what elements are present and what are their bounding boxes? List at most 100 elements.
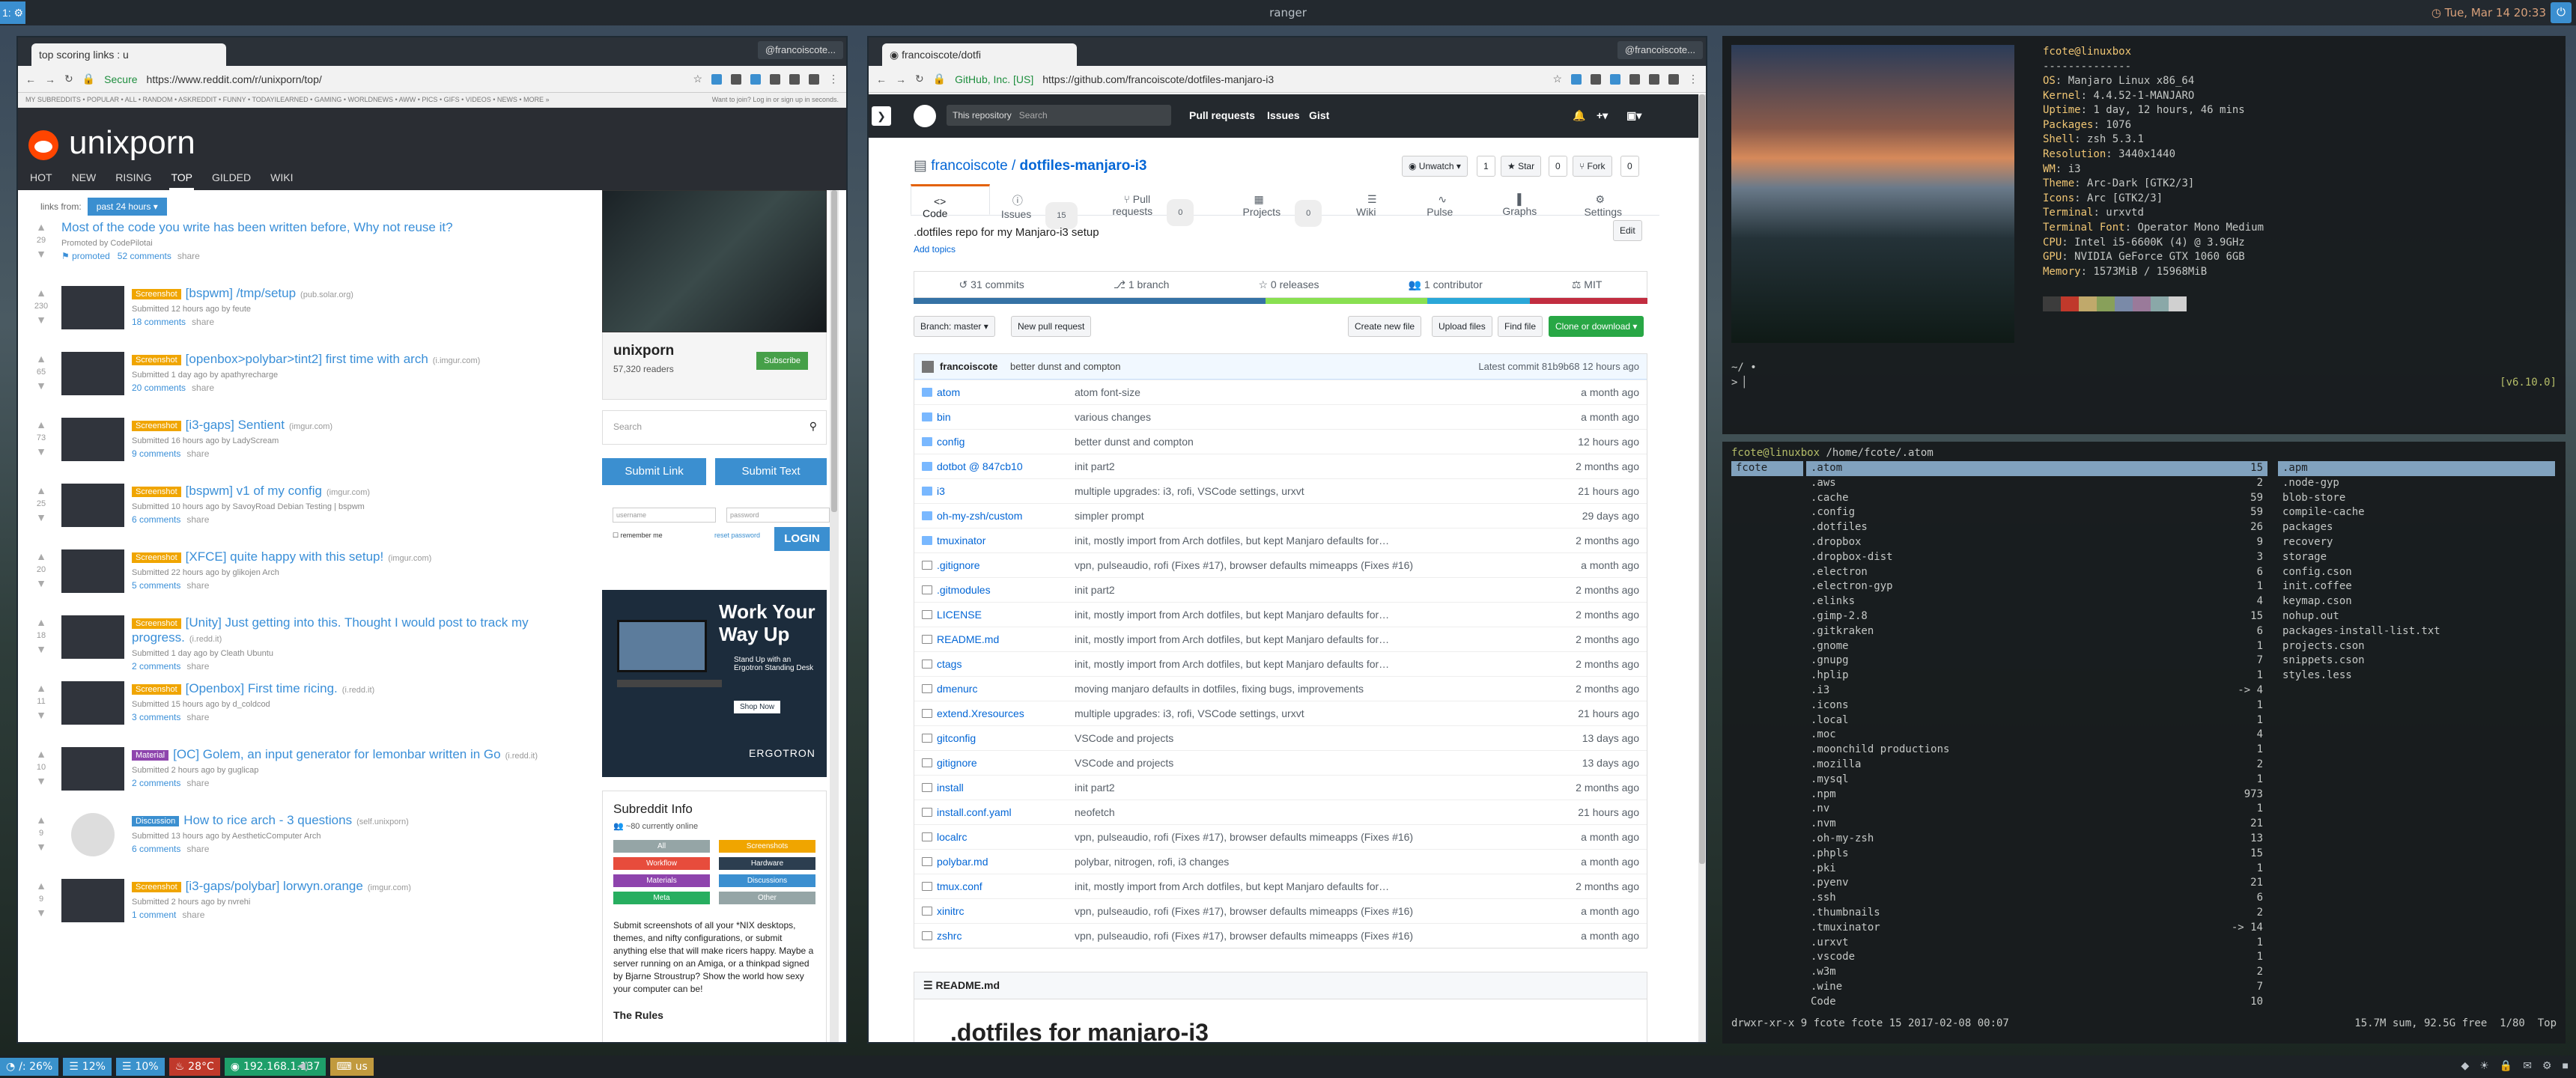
commit-message[interactable]: better dunst and compton [1010,361,1120,372]
post-thumbnail[interactable] [61,418,124,461]
scrollbar[interactable] [830,190,839,1042]
extension-icon[interactable] [1668,73,1679,85]
file-name[interactable]: atom [937,386,960,398]
flair-badge[interactable]: Screenshot [132,552,181,563]
file-row[interactable]: localrc vpn, pulseaudio, rofi (Fixes #17)… [914,824,1647,849]
file-name[interactable]: gitignore [937,757,977,769]
comments-link[interactable]: 5 comments [132,580,180,591]
file-commit-message[interactable]: init, mostly import from Arch dotfiles, … [1075,880,1389,892]
file-row[interactable]: zshrc vpn, pulseaudio, rofi (Fixes #17), … [914,923,1647,948]
file-name[interactable]: install [937,782,964,794]
post-domain[interactable]: (self.unixporn) [356,817,409,826]
subscribe-button[interactable]: Subscribe [756,352,808,370]
file-commit-message[interactable]: moving manjaro defaults in dotfiles, fix… [1075,683,1364,695]
url-field[interactable]: https://www.reddit.com/r/unixporn/top/ [147,73,684,85]
file-commit-message[interactable]: multiple upgrades: i3, rofi, VSCode sett… [1075,485,1304,497]
file-commit-message[interactable]: vpn, pulseaudio, rofi (Fixes #17), brows… [1075,930,1413,942]
ranger-entry[interactable]: .w3m 2 [1806,965,2267,980]
flair-filter-meta[interactable]: Meta [613,892,710,904]
parent-column-item[interactable]: fcote [1731,461,1803,476]
ranger-entry[interactable]: .gitkraken 6 [1806,624,2267,639]
repo-tab[interactable]: ▐ Graphs [1491,184,1573,217]
upvote-icon[interactable]: ▲ [28,813,54,826]
upvote-icon[interactable]: ▲ [28,681,54,695]
upvote-icon[interactable]: ▲ [28,352,54,365]
file-name[interactable]: config [937,436,965,448]
post-domain[interactable]: (i.redd.it) [505,752,538,761]
upvote-icon[interactable]: ▲ [28,220,54,234]
tray-icon[interactable]: ◆ [2461,1059,2469,1072]
file-name[interactable]: dotbot @ 847cb10 [937,460,1023,472]
upvote-icon[interactable]: ▲ [28,879,54,892]
watch-count[interactable]: 1 [1477,156,1495,177]
file-name[interactable]: LICENSE [937,609,982,621]
forward-icon[interactable]: → [896,73,906,85]
tray-icon[interactable]: ✉ [2523,1059,2532,1072]
file-commit-message[interactable]: init, mostly import from Arch dotfiles, … [1075,609,1389,621]
branches-link[interactable]: ⎇ 1 branch [1114,278,1170,291]
tab-new[interactable]: NEW [70,167,98,190]
upvote-icon[interactable]: ▲ [28,747,54,761]
file-commit-message[interactable]: vpn, pulseaudio, rofi (Fixes #17), brows… [1075,905,1413,917]
ranger-preview-entry[interactable]: init.coffee [2278,579,2555,594]
extension-icon[interactable] [1571,73,1582,85]
volume-icon[interactable]: ◀) [297,1059,309,1072]
ranger-entry[interactable]: .wine 7 [1806,980,2267,995]
comments-link[interactable]: 2 comments [132,661,180,672]
file-name[interactable]: .gitmodules [937,584,991,596]
flair-badge[interactable]: Screenshot [132,683,181,695]
fork-button[interactable]: ⑂ Fork [1573,156,1612,177]
browser-tab[interactable]: top scoring links : u [31,43,226,66]
post-title[interactable]: [i3-gaps] Sentient [186,418,285,432]
file-commit-message[interactable]: init part2 [1075,782,1115,794]
create-new-file-button[interactable]: Create new file [1348,316,1422,337]
repo-tab[interactable]: ▦ Projects 0 [1232,184,1346,227]
language-segment[interactable] [1530,298,1647,304]
extension-icon[interactable] [789,73,800,85]
file-commit-message[interactable]: VSCode and projects [1075,757,1173,769]
avatar[interactable] [922,361,934,373]
file-name[interactable]: dmenurc [937,683,977,695]
subreddit-name[interactable]: unixporn [69,124,195,162]
ranger-preview-entry[interactable]: .apm [2278,461,2555,476]
ranger-entry[interactable]: .dropbox 9 [1806,535,2267,550]
menu-icon[interactable]: ⋮ [828,73,839,85]
repo-tab[interactable]: ∿ Pulse [1415,184,1491,218]
star-icon[interactable]: ☆ [1552,73,1562,85]
search-box[interactable]: Search ⚲ [602,410,827,445]
downvote-icon[interactable]: ▼ [28,642,54,656]
ranger-entry[interactable]: .thumbnails 2 [1806,906,2267,921]
file-row[interactable]: tmux.conf init, mostly import from Arch d… [914,874,1647,898]
file-row[interactable]: LICENSE init, mostly import from Arch dot… [914,602,1647,627]
comments-link[interactable]: 52 comments [118,251,171,261]
flair-badge[interactable]: Screenshot [132,420,181,431]
comments-link[interactable]: 6 comments [132,514,180,525]
tab-hot[interactable]: HOT [28,167,54,190]
reset-password-link[interactable]: reset password [714,532,760,539]
repo-owner[interactable]: francoiscote [931,158,1007,174]
post-thumbnail[interactable] [61,549,124,593]
flair-filter-screenshots[interactable]: Screenshots [719,840,815,853]
file-row[interactable]: dmenurc moving manjaro defaults in dotfil… [914,676,1647,701]
browser-tab[interactable]: ◉ francoiscote/dotfi [882,43,1077,66]
downvote-icon[interactable]: ▼ [28,576,54,590]
status-module[interactable]: ⌨ us [330,1058,374,1076]
file-row[interactable]: xinitrc vpn, pulseaudio, rofi (Fixes #17)… [914,898,1647,923]
language-bar[interactable] [914,298,1647,304]
upvote-icon[interactable]: ▲ [28,549,54,563]
submit-link-button[interactable]: Submit Link [602,458,707,485]
flair-filter-other[interactable]: Other [719,892,815,904]
file-row[interactable]: i3 multiple upgrades: i3, rofi, VSCode se… [914,478,1647,503]
license-link[interactable]: ⚖ MIT [1572,278,1603,291]
language-segment[interactable] [1266,298,1427,304]
share-link[interactable]: share [186,712,209,722]
ranger-entry[interactable]: .icons 1 [1806,698,2267,713]
search-box[interactable]: This repository Search [947,105,1171,126]
extension-icon[interactable] [731,73,741,85]
tab-rising[interactable]: RISING [114,167,153,190]
url-field[interactable]: https://github.com/francoiscote/dotfiles… [1042,73,1543,85]
post-domain[interactable]: (imgur.com) [289,422,332,431]
ranger-preview-entry[interactable]: config.cson [2278,565,2555,580]
find-file-button[interactable]: Find file [1498,316,1543,337]
comments-link[interactable]: 6 comments [132,844,180,854]
